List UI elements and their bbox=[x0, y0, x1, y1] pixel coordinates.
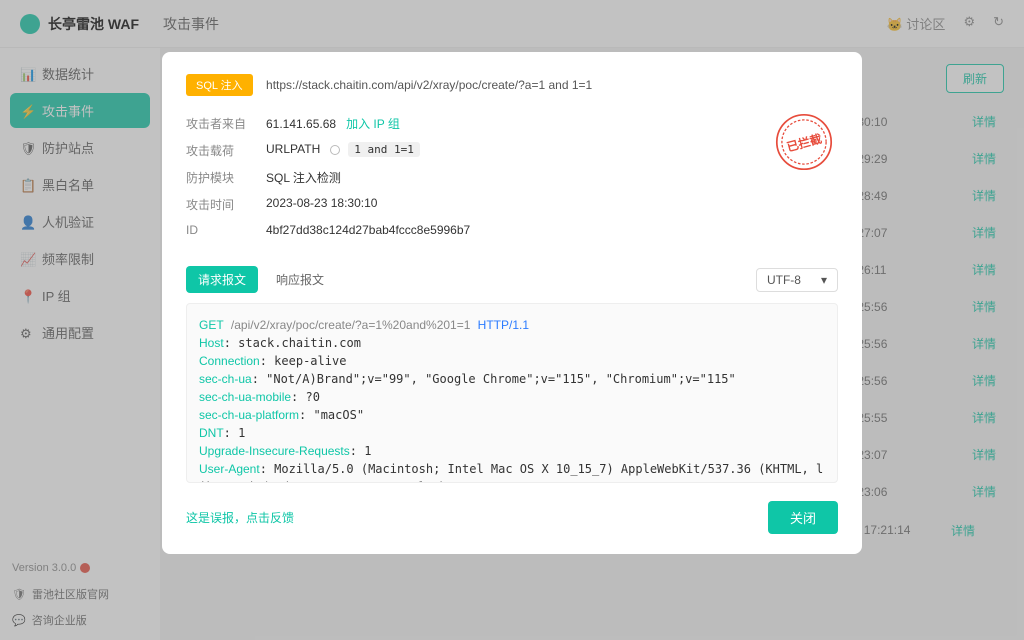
add-ip-link[interactable]: 加入 IP 组 bbox=[346, 117, 400, 131]
info-icon bbox=[330, 145, 340, 155]
tab-response[interactable]: 响应报文 bbox=[264, 266, 336, 293]
chevron-down-icon: ▾ bbox=[821, 273, 827, 287]
tab-request[interactable]: 请求报文 bbox=[186, 266, 258, 293]
attack-url: https://stack.chaitin.com/api/v2/xray/po… bbox=[266, 78, 592, 92]
encoding-select[interactable]: UTF-8▾ bbox=[756, 268, 838, 292]
blocked-stamp-icon: 已拦截 bbox=[770, 108, 838, 176]
attack-type-tag: SQL 注入 bbox=[186, 74, 253, 96]
attack-detail-modal: 已拦截 SQL 注入 https://stack.chaitin.com/api… bbox=[162, 52, 862, 554]
svg-text:已拦截: 已拦截 bbox=[785, 132, 823, 155]
request-body: GET /api/v2/xray/poc/create/?a=1%20and%2… bbox=[186, 303, 838, 483]
modal-overlay[interactable]: 已拦截 SQL 注入 https://stack.chaitin.com/api… bbox=[0, 0, 1024, 640]
close-button[interactable]: 关闭 bbox=[768, 501, 838, 534]
feedback-link[interactable]: 这是误报，点击反馈 bbox=[186, 509, 294, 526]
